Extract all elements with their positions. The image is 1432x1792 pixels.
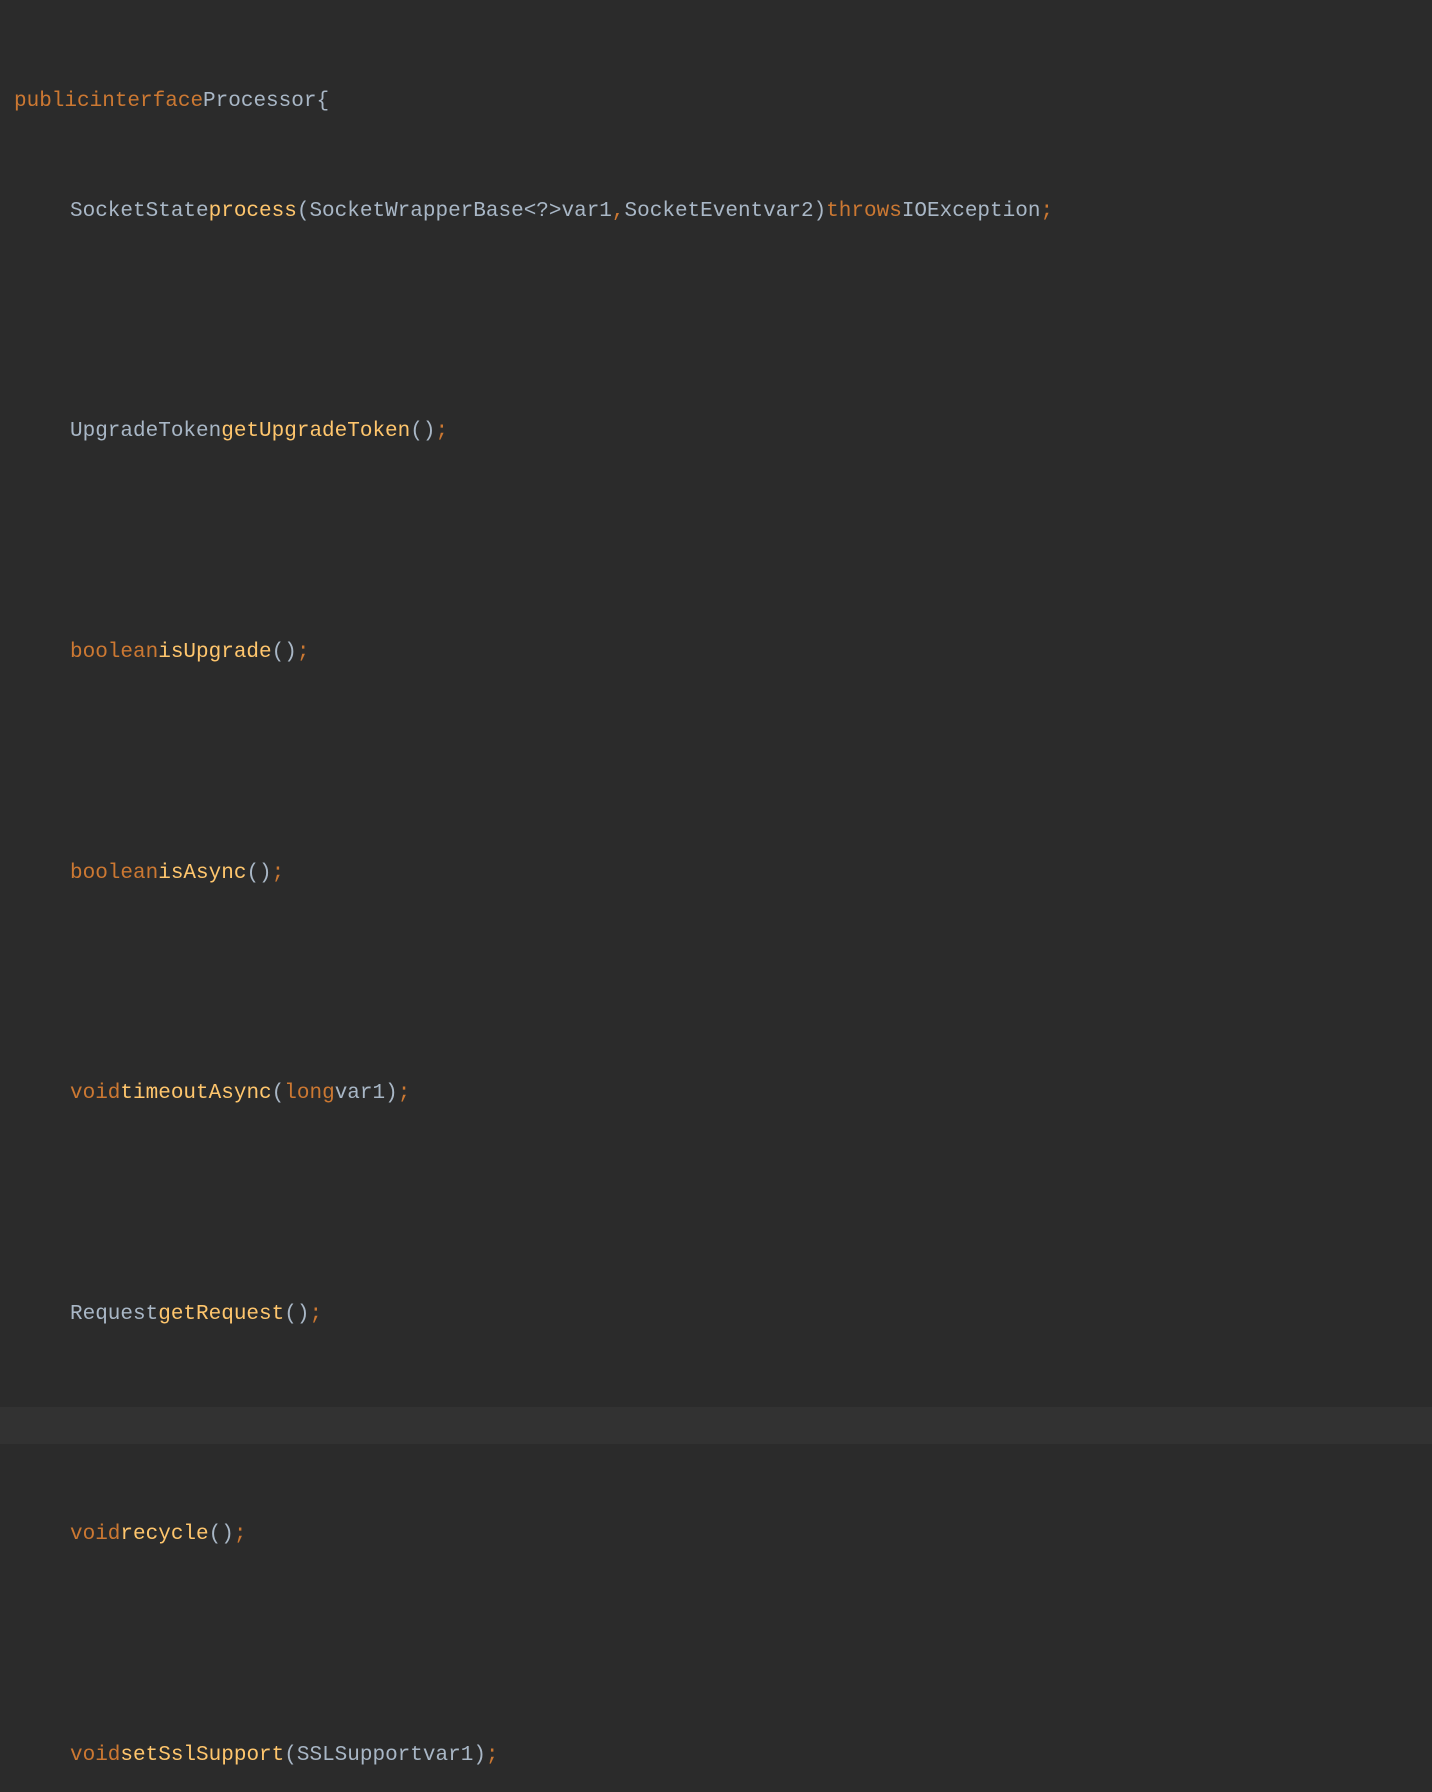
code-editor[interactable]: public interface Processor { SocketState… <box>0 10 1432 1792</box>
code-line: void setSslSupport(SSLSupport var1); <box>0 1738 1432 1775</box>
keyword-interface: interface <box>90 84 203 121</box>
brace-open: { <box>316 84 329 121</box>
code-line: void timeoutAsync(long var1); <box>0 1076 1432 1113</box>
parens: () <box>284 1297 309 1334</box>
method-name: getRequest <box>158 1297 284 1334</box>
paren-close: ) <box>473 1738 486 1775</box>
paren-open: ( <box>272 1076 285 1113</box>
paren-open: ( <box>297 194 310 231</box>
param-name: var1 <box>423 1738 473 1775</box>
keyword-void: void <box>70 1517 120 1554</box>
keyword-public: public <box>14 84 90 121</box>
return-type: SocketState <box>70 194 209 231</box>
semicolon: ; <box>297 635 310 672</box>
code-line: boolean isAsync(); <box>0 856 1432 893</box>
keyword-void: void <box>70 1738 120 1775</box>
parens: () <box>272 635 297 672</box>
param-type: SocketWrapperBase<?> <box>309 194 561 231</box>
parens: () <box>209 1517 234 1554</box>
param-name: var2 <box>763 194 813 231</box>
code-line-blank <box>0 525 1432 562</box>
keyword-void: void <box>70 1076 120 1113</box>
code-line-blank <box>0 745 1432 782</box>
paren-close: ) <box>385 1076 398 1113</box>
method-name: getUpgradeToken <box>221 414 410 451</box>
method-name: setSslSupport <box>120 1738 284 1775</box>
code-line: public interface Processor { <box>0 84 1432 121</box>
keyword-boolean: boolean <box>70 856 158 893</box>
code-line-blank <box>0 304 1432 341</box>
semicolon: ; <box>435 414 448 451</box>
keyword-throws: throws <box>826 194 902 231</box>
semicolon: ; <box>1040 194 1053 231</box>
keyword-long: long <box>284 1076 334 1113</box>
semicolon: ; <box>486 1738 499 1775</box>
code-line-blank <box>0 966 1432 1003</box>
parens: () <box>410 414 435 451</box>
paren-close: ) <box>814 194 827 231</box>
code-line: void recycle(); <box>0 1517 1432 1554</box>
exception-type: IOException <box>902 194 1041 231</box>
paren-open: ( <box>284 1738 297 1775</box>
method-name: isAsync <box>158 856 246 893</box>
code-line: SocketState process(SocketWrapperBase<?>… <box>0 194 1432 231</box>
return-type: UpgradeToken <box>70 414 221 451</box>
code-line: Request getRequest(); <box>0 1297 1432 1334</box>
parens: () <box>246 856 271 893</box>
comma: , <box>612 194 625 231</box>
keyword-boolean: boolean <box>70 635 158 672</box>
semicolon: ; <box>234 1517 247 1554</box>
semicolon: ; <box>309 1297 322 1334</box>
code-line-blank <box>0 1628 1432 1665</box>
code-line-current <box>0 1407 1432 1444</box>
param-type: SocketEvent <box>625 194 764 231</box>
param-type: SSLSupport <box>297 1738 423 1775</box>
param-name: var1 <box>562 194 612 231</box>
interface-name: Processor <box>203 84 316 121</box>
semicolon: ; <box>272 856 285 893</box>
method-name: timeoutAsync <box>120 1076 271 1113</box>
code-line: boolean isUpgrade(); <box>0 635 1432 672</box>
code-line: UpgradeToken getUpgradeToken(); <box>0 414 1432 451</box>
param-name: var1 <box>335 1076 385 1113</box>
method-name: process <box>209 194 297 231</box>
code-line-blank <box>0 1186 1432 1223</box>
semicolon: ; <box>398 1076 411 1113</box>
return-type: Request <box>70 1297 158 1334</box>
method-name: isUpgrade <box>158 635 271 672</box>
method-name: recycle <box>120 1517 208 1554</box>
